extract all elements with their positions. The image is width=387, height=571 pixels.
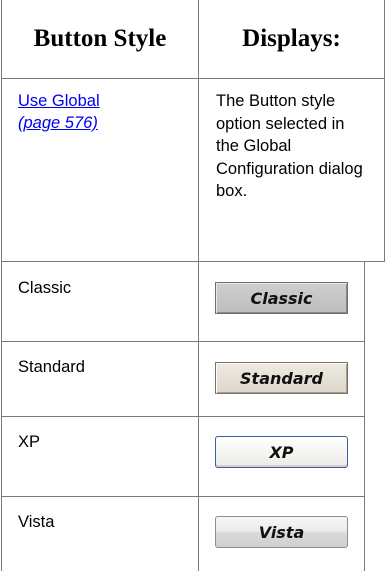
- use-global-cell: Use Global (page 576): [18, 90, 100, 134]
- header-displays: Displays:: [242, 25, 341, 52]
- table-border-left: [1, 0, 2, 571]
- header-bottom-line: [1, 78, 385, 79]
- xp-button-preview: XP: [215, 436, 348, 468]
- classic-button-preview: Classic: [215, 282, 348, 314]
- row-divider-4: [1, 496, 365, 497]
- use-global-link[interactable]: Use Global: [18, 92, 100, 110]
- standard-button-preview: Standard: [215, 362, 348, 394]
- table-border-right: [384, 0, 385, 261]
- header-button-style: Button Style: [33, 25, 167, 52]
- row-divider-3: [1, 416, 365, 417]
- style-name-classic: Classic: [18, 279, 72, 297]
- style-name-standard: Standard: [18, 358, 85, 376]
- use-global-description: The Button style option selected in the …: [216, 92, 363, 200]
- style-name-xp: XP: [18, 433, 41, 451]
- row-divider-1: [1, 261, 385, 262]
- row-divider-2: [1, 341, 365, 342]
- style-name-vista: Vista: [18, 513, 55, 531]
- page-reference-link[interactable]: (page 576): [18, 114, 98, 132]
- vista-button-preview: Vista: [215, 516, 348, 548]
- table-divider-col: [198, 0, 199, 571]
